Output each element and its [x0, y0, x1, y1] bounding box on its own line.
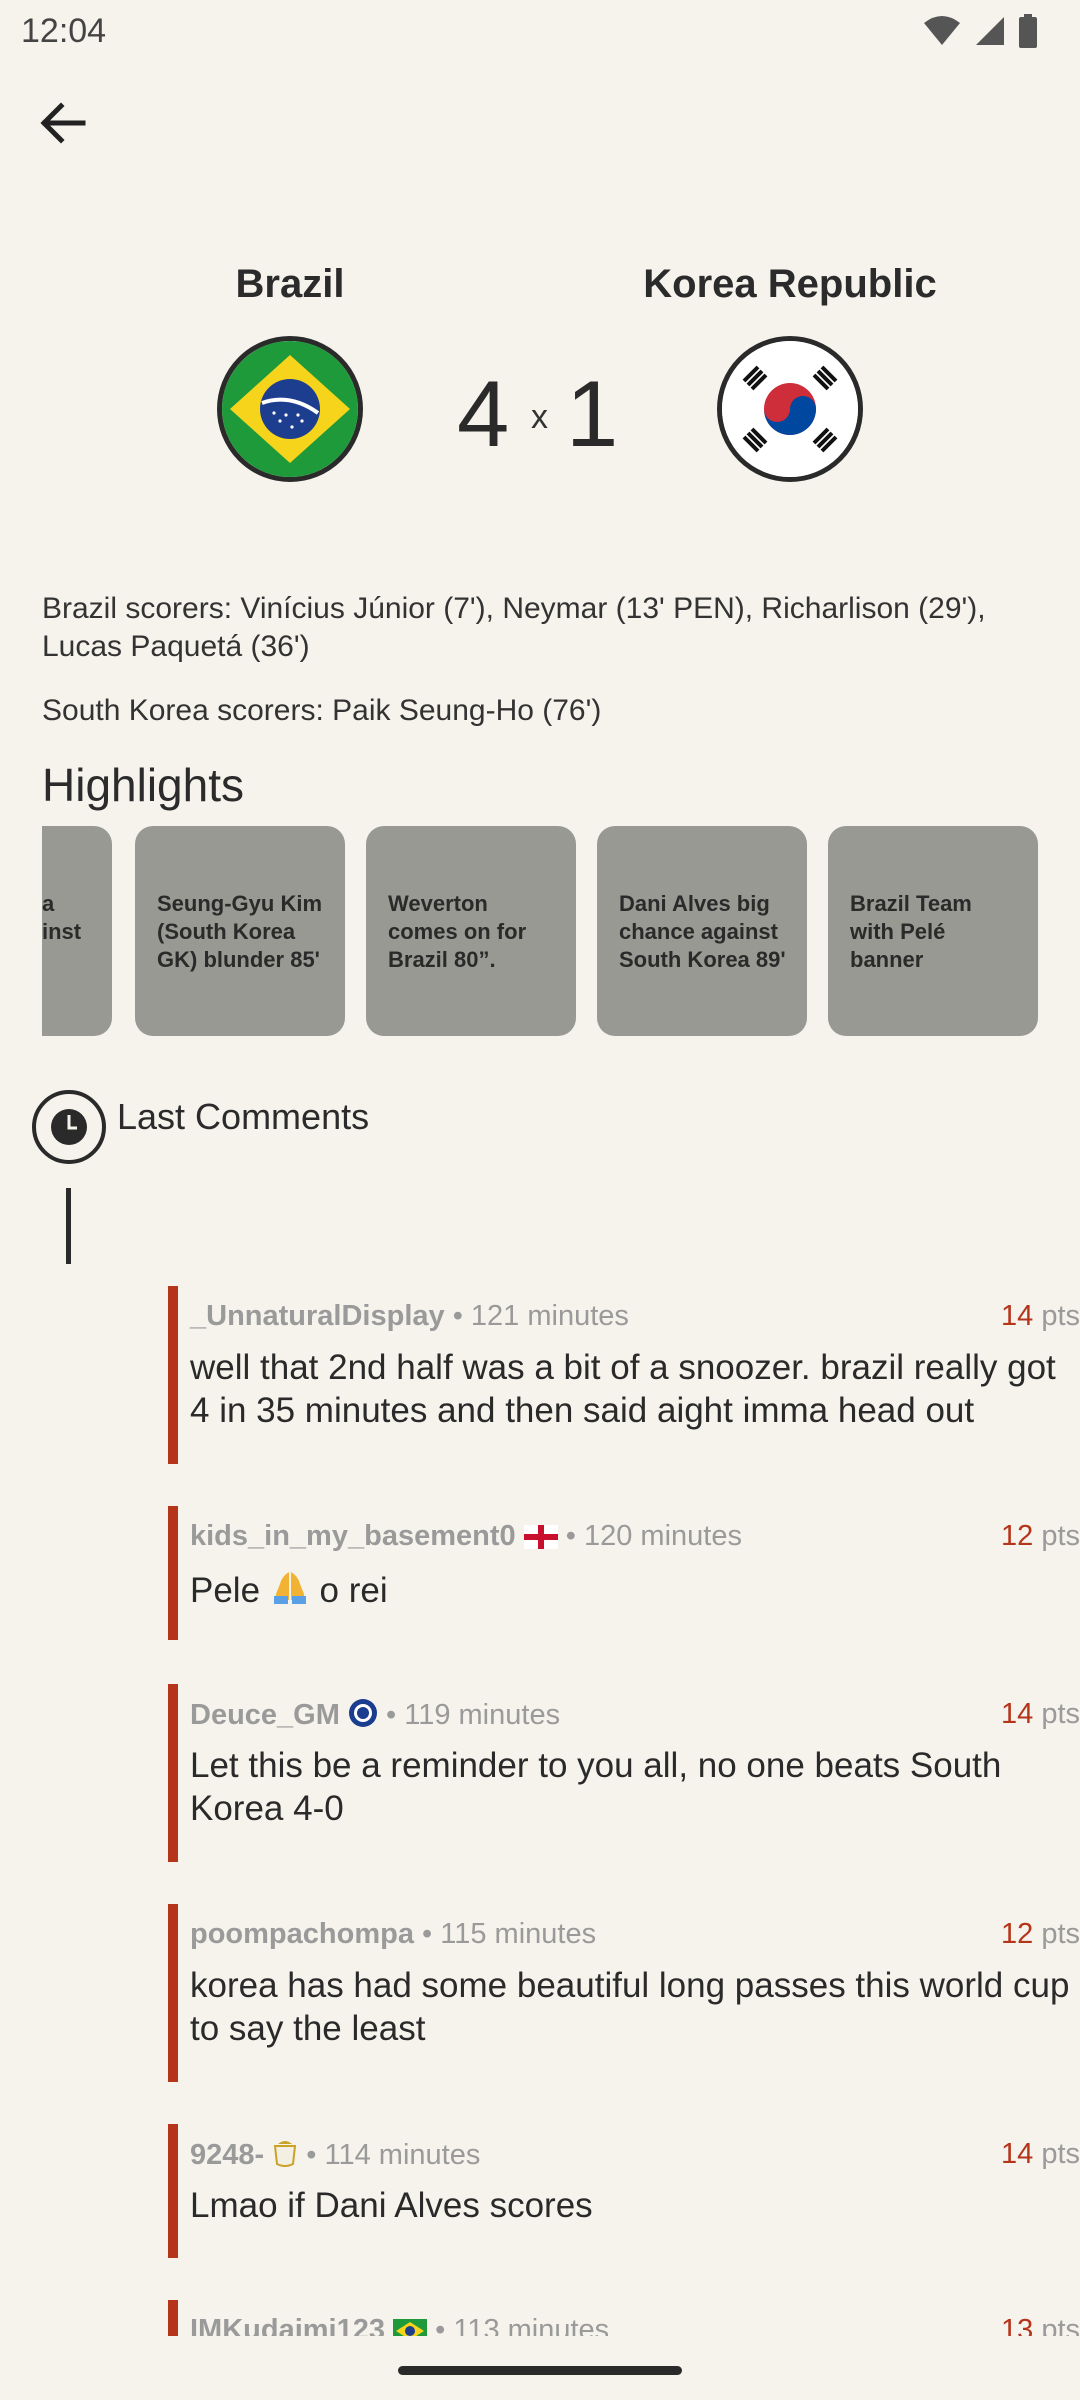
comment-item[interactable]: kids_in_my_basement0 • 120 minutes 12 pt…	[168, 1506, 1080, 1640]
comment-header: 9248- • 114 minutes 14 pts	[190, 2138, 1080, 2174]
real-madrid-badge-icon	[274, 2141, 297, 2167]
comment-item[interactable]: Deuce_GM • 119 minutes 14 pts Let this b…	[168, 1684, 1080, 1862]
comment-username[interactable]: Deuce_GM	[190, 1699, 340, 1731]
comment-item[interactable]: 9248- • 114 minutes 14 pts Lmao if Dani …	[168, 2124, 1080, 2258]
comment-points-value: 13	[1000, 2314, 1034, 2336]
comment-points-value: 14	[1000, 1698, 1034, 1730]
comment-points: 14 pts	[1001, 2138, 1080, 2171]
comment-username[interactable]: 9248-	[190, 2139, 264, 2171]
comment-points-value: 14	[1000, 1300, 1034, 1332]
comment-text: Pele o rei	[190, 1566, 1080, 1612]
comment-username[interactable]: kids_in_my_basement0	[190, 1520, 516, 1552]
comment-accent-bar	[168, 1904, 178, 2082]
comment-text-part: o rei	[319, 1571, 388, 1610]
comment-time: 121 minutes	[470, 1300, 629, 1332]
comment-points-label: pts	[1041, 1698, 1080, 1730]
comment-separator: •	[435, 2314, 446, 2336]
chelsea-badge-icon	[348, 1699, 377, 1727]
comment-item[interactable]: poompachompa • 115 minutes 12 pts korea …	[168, 1904, 1080, 2082]
comment-username[interactable]: IMKudaimi123	[190, 2314, 385, 2336]
comment-text: korea has had some beautiful long passes…	[190, 1966, 1070, 2048]
comment-time: 119 minutes	[404, 1699, 561, 1731]
comment-text: Let this be a reminder to you all, no on…	[190, 1746, 1002, 1828]
folded-hands-icon	[273, 1572, 306, 1604]
comment-text-part: Pele	[190, 1571, 261, 1610]
comment-text: well that 2nd half was a bit of a snooze…	[190, 1348, 1056, 1430]
comment-item[interactable]: _UnnaturalDisplay • 121 minutes 14 pts w…	[168, 1286, 1080, 1464]
comment-separator: •	[386, 1699, 397, 1731]
comment-points: 12 pts	[1001, 1918, 1080, 1951]
comment-points: 14 pts	[1001, 1300, 1080, 1333]
comment-points-label: pts	[1041, 1300, 1080, 1332]
comment-username[interactable]: _UnnaturalDisplay	[190, 1300, 445, 1332]
comment-points: 12 pts	[1001, 1520, 1080, 1553]
comment-points: 13 pts	[1001, 2314, 1080, 2336]
comment-points-value: 12	[1000, 1918, 1034, 1950]
comment-separator: •	[422, 1918, 433, 1950]
comment-text: Lmao if Dani Alves scores	[190, 2186, 593, 2225]
comment-points-value: 14	[1000, 2138, 1034, 2170]
comment-points: 14 pts	[1001, 1698, 1080, 1731]
comment-accent-bar	[168, 1286, 178, 1464]
home-indicator[interactable]	[398, 2366, 682, 2375]
comment-item[interactable]: IMKudaimi123 • 113 minutes 13 pts	[168, 2300, 1080, 2336]
comment-header: _UnnaturalDisplay • 121 minutes 14 pts	[190, 1300, 1080, 1336]
comment-separator: •	[306, 2139, 317, 2171]
comment-points-label: pts	[1041, 2314, 1080, 2336]
comment-header: IMKudaimi123 • 113 minutes 13 pts	[190, 2314, 1080, 2336]
comment-accent-bar	[168, 2124, 178, 2258]
comments-list[interactable]: _UnnaturalDisplay • 121 minutes 14 pts w…	[0, 0, 1080, 2336]
comment-time: 120 minutes	[583, 1520, 742, 1552]
comment-header: kids_in_my_basement0 • 120 minutes 12 pt…	[190, 1520, 1080, 1556]
comment-accent-bar	[168, 1506, 178, 1640]
comment-time: 115 minutes	[440, 1918, 597, 1950]
comment-accent-bar	[168, 2300, 178, 2336]
comment-time: 113 minutes	[453, 2314, 610, 2336]
comment-header: Deuce_GM • 119 minutes 14 pts	[190, 1698, 1080, 1734]
comment-points-label: pts	[1041, 1918, 1080, 1950]
comment-separator: •	[452, 1300, 463, 1332]
comment-accent-bar	[168, 1684, 178, 1862]
comment-points-label: pts	[1041, 2138, 1080, 2170]
england-flag-icon	[523, 1525, 558, 1549]
comment-points-value: 12	[1000, 1520, 1034, 1552]
brazil-flag-icon	[393, 2319, 428, 2336]
comment-time: 114 minutes	[324, 2139, 481, 2171]
comment-header: poompachompa • 115 minutes 12 pts	[190, 1918, 1080, 1954]
comment-points-label: pts	[1041, 1520, 1080, 1552]
comment-username[interactable]: poompachompa	[190, 1918, 414, 1950]
comment-separator: •	[565, 1520, 576, 1552]
